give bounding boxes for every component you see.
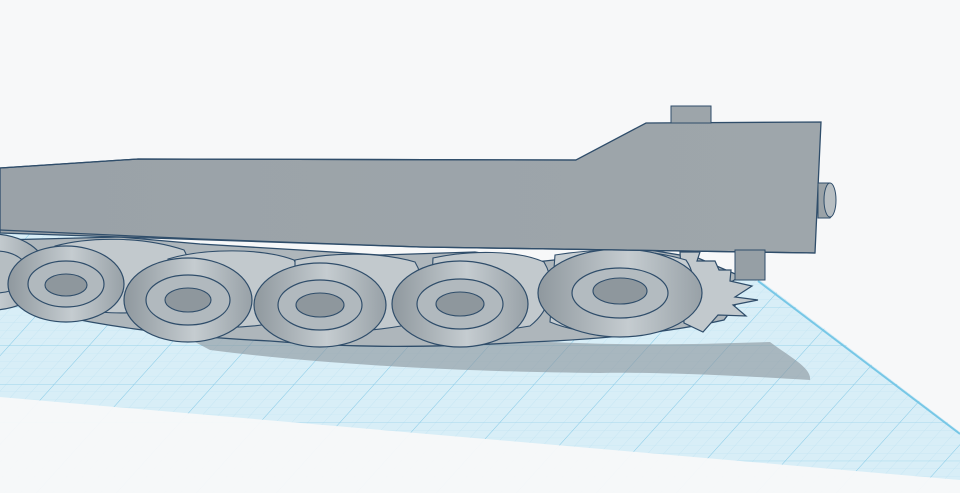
3d-scene[interactable] — [0, 0, 960, 493]
rear-cylinder-cap — [823, 182, 837, 218]
drive-wheel-rear[interactable] — [537, 248, 703, 338]
tracked-vehicle-model[interactable] — [0, 105, 837, 348]
hull-rear-block[interactable] — [734, 249, 766, 281]
hull-side-panel[interactable] — [0, 121, 822, 254]
hull-top-hatch[interactable] — [670, 105, 712, 124]
3d-viewport[interactable]: 3D design workspace — [0, 0, 960, 493]
